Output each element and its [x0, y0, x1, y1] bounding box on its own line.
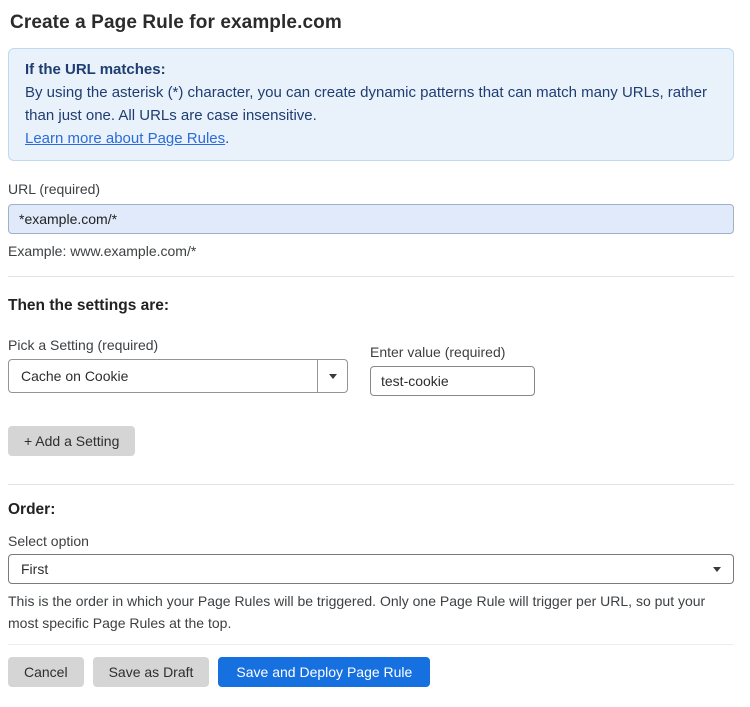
order-helper-text: This is the order in which your Page Rul…: [8, 593, 706, 631]
setting-picker-dropdown[interactable]: Cache on Cookie: [8, 359, 348, 393]
chevron-down-icon: [713, 566, 721, 572]
link-suffix: .: [225, 130, 230, 147]
url-example-helper: Example: www.example.com/*: [8, 243, 197, 259]
page-rule-form: Create a Page Rule for example.com If th…: [0, 0, 750, 707]
divider: [8, 484, 734, 485]
setting-value-input[interactable]: [370, 366, 535, 396]
learn-more-link[interactable]: Learn more about Page Rules: [25, 130, 225, 147]
value-field-label: Enter value (required): [370, 344, 506, 360]
url-match-info-box: If the URL matches: By using the asteris…: [8, 48, 734, 161]
order-select-dropdown[interactable]: First: [8, 554, 734, 584]
order-selected-value: First: [21, 561, 49, 577]
divider: [8, 276, 734, 277]
save-as-draft-button[interactable]: Save as Draft: [92, 657, 210, 687]
setting-value-column: Enter value (required): [370, 337, 535, 396]
url-input[interactable]: [8, 204, 734, 234]
url-field-label: URL (required): [8, 181, 101, 197]
save-and-deploy-button[interactable]: Save and Deploy Page Rule: [218, 657, 431, 687]
info-box-heading: If the URL matches:: [25, 61, 166, 78]
cancel-button[interactable]: Cancel: [8, 657, 84, 687]
footer-actions: Cancel Save as Draft Save and Deploy Pag…: [8, 657, 734, 687]
settings-section-heading: Then the settings are:: [8, 297, 170, 314]
order-select-label: Select option: [8, 533, 89, 549]
add-setting-button[interactable]: + Add a Setting: [8, 426, 136, 456]
page-title: Create a Page Rule for example.com: [10, 12, 342, 33]
info-box-link-line: Learn more about Page Rules.: [25, 127, 717, 150]
setting-picker-selected-value: Cache on Cookie: [21, 368, 129, 384]
settings-row: Pick a Setting (required) Cache on Cooki…: [8, 337, 734, 396]
order-section-heading: Order:: [8, 501, 56, 518]
setting-picker-label: Pick a Setting (required): [8, 337, 159, 353]
chevron-down-icon: [328, 373, 337, 379]
setting-picker-column: Pick a Setting (required) Cache on Cooki…: [8, 337, 348, 396]
divider: [8, 644, 734, 645]
setting-picker-arrow-button[interactable]: [317, 360, 347, 392]
info-box-body: By using the asterisk (*) character, you…: [25, 84, 707, 124]
